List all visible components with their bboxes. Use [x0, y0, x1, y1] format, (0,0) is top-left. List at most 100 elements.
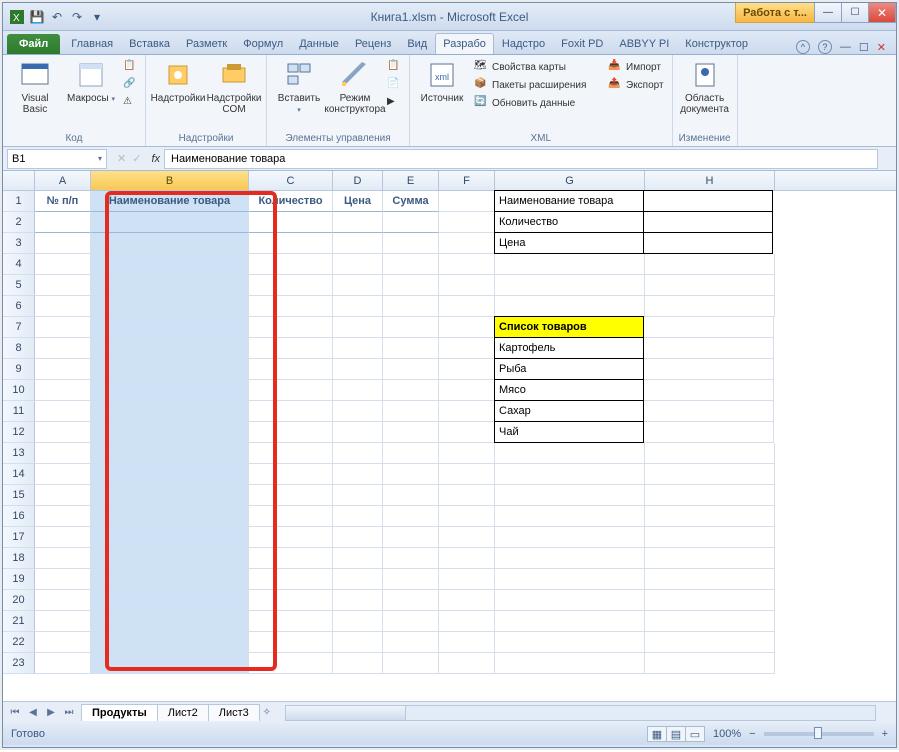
cell-D3[interactable] [333, 233, 383, 254]
cell-H20[interactable] [645, 590, 775, 611]
cell-E23[interactable] [383, 653, 439, 674]
cell-C3[interactable] [249, 233, 333, 254]
sheet-tab-Лист3[interactable]: Лист3 [208, 704, 260, 721]
cell-D11[interactable] [333, 401, 383, 422]
horizontal-scrollbar[interactable] [285, 705, 876, 721]
cell-A17[interactable] [35, 527, 91, 548]
cell-G8[interactable]: Картофель [494, 337, 644, 359]
tabletools-tab[interactable]: Работа с т... [735, 3, 815, 23]
cell-B14[interactable] [91, 464, 249, 485]
cell-F22[interactable] [439, 632, 495, 653]
cell-B9[interactable] [91, 359, 249, 380]
cell-A5[interactable] [35, 275, 91, 296]
help-icon[interactable]: ? [818, 40, 832, 54]
tab-конструктор[interactable]: Конструктор [677, 33, 756, 54]
cell-H19[interactable] [645, 569, 775, 590]
cell-E1[interactable]: Сумма [383, 191, 439, 212]
minimize-ribbon-icon[interactable]: ^ [796, 40, 810, 54]
cell-F16[interactable] [439, 506, 495, 527]
cell-D14[interactable] [333, 464, 383, 485]
cell-G15[interactable] [495, 485, 645, 506]
cell-B16[interactable] [91, 506, 249, 527]
cell-B7[interactable] [91, 317, 249, 338]
cell-G20[interactable] [495, 590, 645, 611]
macros-button[interactable]: Макросы ▾ [65, 57, 117, 106]
row-header[interactable]: 1 [3, 191, 35, 212]
close-button[interactable]: ✕ [868, 3, 896, 23]
cell-D12[interactable] [333, 422, 383, 443]
export-button[interactable]: 📤Экспорт [606, 77, 666, 93]
row-header[interactable]: 11 [3, 401, 35, 422]
cell-D19[interactable] [333, 569, 383, 590]
cell-G3[interactable]: Цена [494, 232, 644, 254]
row-header[interactable]: 23 [3, 653, 35, 674]
cell-H13[interactable] [645, 443, 775, 464]
cell-E10[interactable] [383, 380, 439, 401]
formula-input[interactable]: Наименование товара [164, 149, 878, 169]
cell-D6[interactable] [333, 296, 383, 317]
cell-A13[interactable] [35, 443, 91, 464]
cell-B8[interactable] [91, 338, 249, 359]
cell-B6[interactable] [91, 296, 249, 317]
cell-E11[interactable] [383, 401, 439, 422]
cell-B20[interactable] [91, 590, 249, 611]
cell-A21[interactable] [35, 611, 91, 632]
visual-basic-button[interactable]: Visual Basic [9, 57, 61, 117]
cell-G12[interactable]: Чай [494, 421, 644, 443]
view-code-button[interactable]: 📄 [385, 77, 403, 93]
cell-D4[interactable] [333, 254, 383, 275]
sheet-nav-first-icon[interactable]: ⏮ [7, 705, 23, 721]
cell-G22[interactable] [495, 632, 645, 653]
row-header[interactable]: 15 [3, 485, 35, 506]
cell-H3[interactable] [643, 232, 773, 254]
cell-F20[interactable] [439, 590, 495, 611]
cell-D18[interactable] [333, 548, 383, 569]
relative-refs-button[interactable]: 🔗 [121, 77, 139, 93]
cell-E8[interactable] [383, 338, 439, 359]
column-header-C[interactable]: C [249, 171, 333, 190]
cell-A22[interactable] [35, 632, 91, 653]
cell-F17[interactable] [439, 527, 495, 548]
cell-D16[interactable] [333, 506, 383, 527]
row-header[interactable]: 3 [3, 233, 35, 254]
cell-C8[interactable] [249, 338, 333, 359]
row-header[interactable]: 20 [3, 590, 35, 611]
cell-A3[interactable] [35, 233, 91, 254]
row-header[interactable]: 7 [3, 317, 35, 338]
column-header-G[interactable]: G [495, 171, 645, 190]
cell-H8[interactable] [644, 338, 774, 359]
cell-F14[interactable] [439, 464, 495, 485]
qat-more-icon[interactable]: ▾ [89, 9, 105, 25]
cell-A6[interactable] [35, 296, 91, 317]
redo-icon[interactable]: ↷ [69, 9, 85, 25]
window-close-icon[interactable]: ✕ [877, 41, 886, 54]
zoom-level[interactable]: 100% [713, 728, 741, 740]
view-pagebreak-icon[interactable]: ▭ [685, 726, 705, 742]
cell-C12[interactable] [249, 422, 333, 443]
cell-C19[interactable] [249, 569, 333, 590]
row-header[interactable]: 18 [3, 548, 35, 569]
cell-E16[interactable] [383, 506, 439, 527]
cell-C11[interactable] [249, 401, 333, 422]
fx-icon[interactable]: fx [147, 153, 164, 165]
cell-G1[interactable]: Наименование товара [494, 190, 644, 212]
cell-E6[interactable] [383, 296, 439, 317]
cancel-formula-icon[interactable]: ✕ [117, 152, 126, 165]
cell-F9[interactable] [439, 359, 495, 380]
cell-H10[interactable] [644, 380, 774, 401]
map-properties-button[interactable]: 🗺Свойства карты [472, 59, 602, 75]
cell-H21[interactable] [645, 611, 775, 632]
cell-E9[interactable] [383, 359, 439, 380]
cell-C9[interactable] [249, 359, 333, 380]
sheet-nav-last-icon[interactable]: ⏭ [61, 705, 77, 721]
cell-B1[interactable]: Наименование товара [91, 191, 249, 212]
window-min-icon[interactable]: — [840, 41, 851, 53]
cell-D7[interactable] [333, 317, 383, 338]
cell-H1[interactable] [643, 190, 773, 212]
cell-D9[interactable] [333, 359, 383, 380]
cell-G2[interactable]: Количество [494, 211, 644, 233]
column-header-D[interactable]: D [333, 171, 383, 190]
macro-security-button[interactable]: ⚠ [121, 95, 139, 111]
cell-E7[interactable] [383, 317, 439, 338]
row-header[interactable]: 6 [3, 296, 35, 317]
